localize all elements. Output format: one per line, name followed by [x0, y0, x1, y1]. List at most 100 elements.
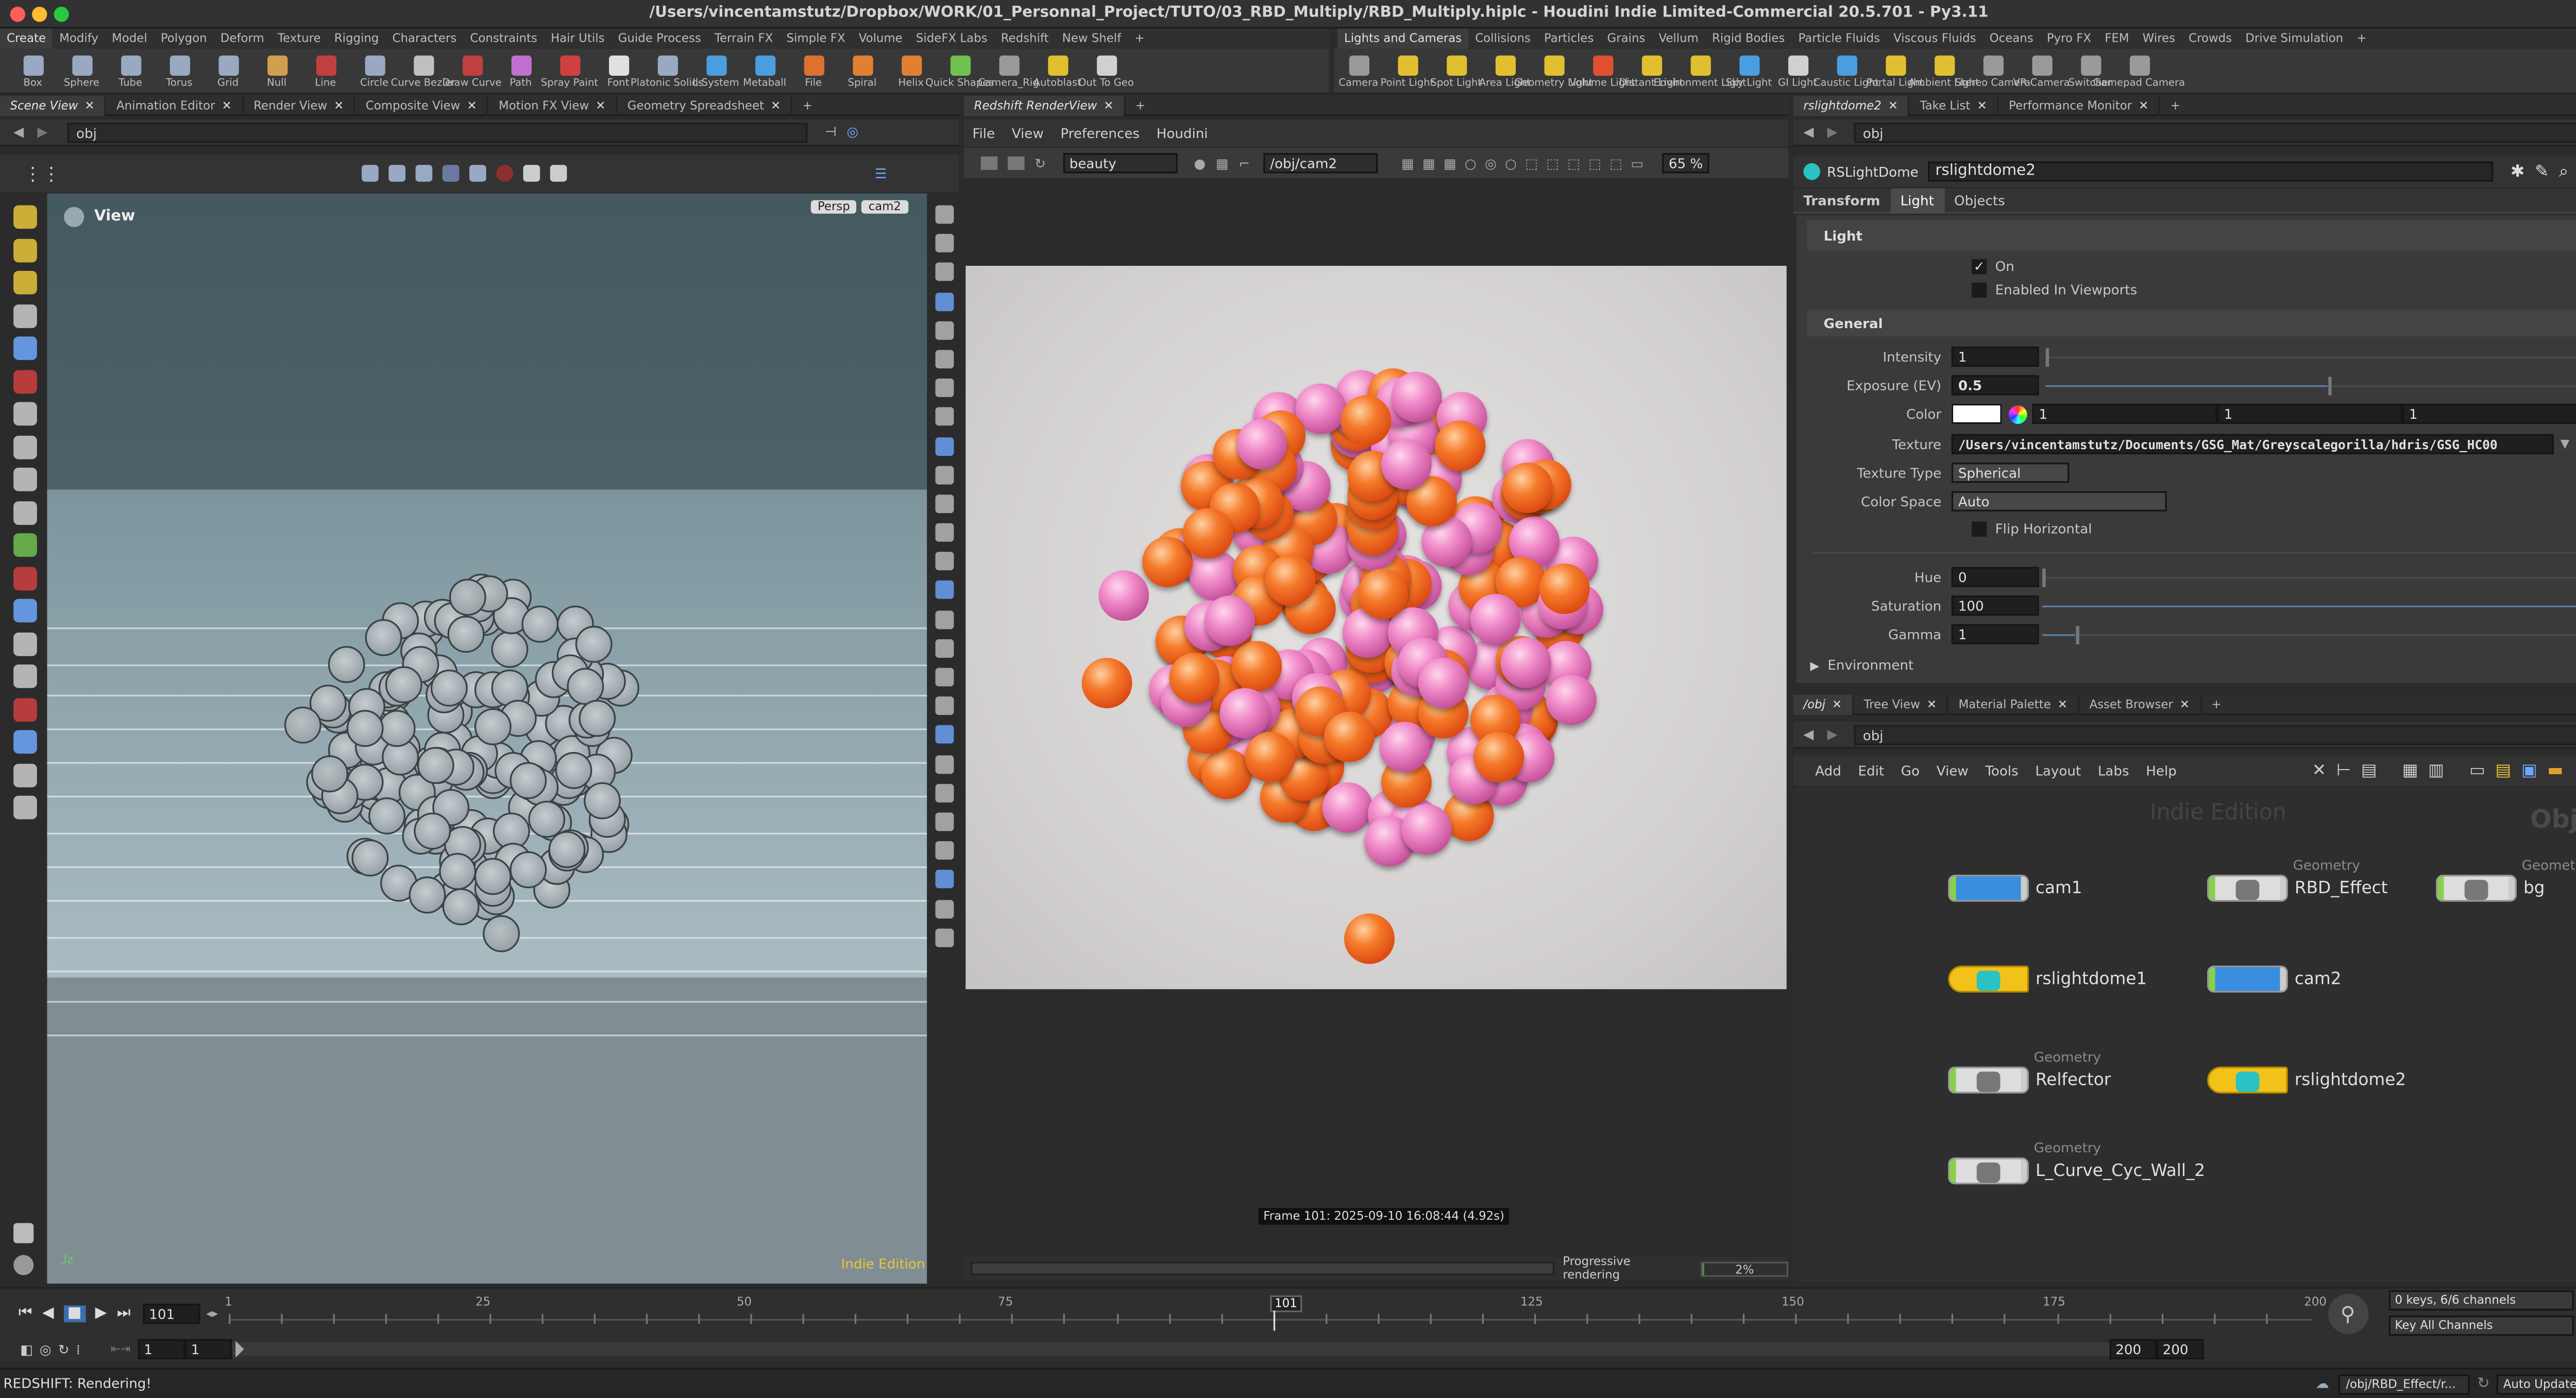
node-l-curve-cyc-wall-2[interactable]: L_Curve_Cyc_Wall_2 Geometry	[1948, 1140, 2205, 1185]
hue-field[interactable]: 0	[1951, 567, 2039, 587]
tab-scene-1[interactable]: Animation Editor ✕	[106, 95, 244, 115]
magnet-snap-icon[interactable]	[13, 697, 37, 721]
range-start-field[interactable]: 1	[137, 1339, 184, 1359]
enabled-checkbox[interactable]	[1971, 282, 1987, 298]
shelf-tool-spiral[interactable]: Spiral	[838, 52, 887, 89]
saturation-field[interactable]: 100	[1951, 595, 2039, 616]
forward-arrow-icon[interactable]: ▶	[37, 125, 47, 140]
gamma-slider[interactable]	[2042, 625, 2576, 644]
section-environment[interactable]: ▶ Environment	[1810, 658, 1913, 673]
viewport-display-icon[interactable]	[935, 668, 954, 687]
snapshot-render-icon[interactable]: ●	[1194, 156, 1206, 171]
subtab-light[interactable]: Light	[1890, 187, 1944, 213]
sculpt-icon[interactable]	[13, 270, 37, 295]
snap-icon[interactable]	[13, 402, 37, 426]
node-bg[interactable]: bg Geometry	[2436, 858, 2576, 902]
gear-icon[interactable]: ✱	[2511, 162, 2524, 181]
viewport[interactable]: View Persp cam2 Indie Edition ⅃z	[47, 193, 927, 1284]
shelf-tab[interactable]: Deform	[214, 29, 271, 49]
handle-icon[interactable]	[13, 467, 37, 491]
tab-scene-2[interactable]: Render View ✕	[244, 95, 356, 115]
range-end2-field[interactable]: 200	[2156, 1339, 2204, 1359]
shelf-tool-tube[interactable]: Tube	[106, 52, 155, 89]
close-tab-icon[interactable]: ✕	[1832, 697, 1842, 711]
display-toggles-icon[interactable]: ▦▦▦○◎○⬚⬚⬚⬚⬚▭	[1401, 156, 1652, 171]
texture-dropdown-icon[interactable]: ▼	[2561, 437, 2570, 451]
viewport-display-icon[interactable]	[935, 205, 954, 224]
node-relfector[interactable]: Relfector Geometry	[1948, 1050, 2111, 1094]
pin-icon[interactable]: ⊣	[825, 125, 837, 140]
add-tab-icon[interactable]: +	[2201, 694, 2231, 714]
shelf-tab[interactable]: Pyro FX	[2040, 29, 2098, 49]
viewport-display-icon[interactable]	[935, 812, 954, 831]
shelf-tab[interactable]: Lights and Cameras	[1337, 28, 1469, 49]
lock-icon[interactable]	[13, 336, 37, 360]
snapshot-icon[interactable]	[518, 160, 545, 186]
network-menu-item[interactable]: Edit	[1850, 763, 1892, 778]
tab-param-2[interactable]: Performance Monitor ✕	[1998, 95, 2161, 115]
handle-tool-icon[interactable]	[464, 160, 491, 186]
shelf-tool-sphere[interactable]: Sphere	[57, 52, 106, 89]
magnet-icon[interactable]	[13, 369, 37, 393]
layout-icon[interactable]: ▭	[2469, 761, 2485, 780]
close-tab-icon[interactable]: ✕	[2180, 697, 2190, 711]
viewport-display-icon[interactable]	[935, 407, 954, 427]
settings-icon[interactable]	[545, 160, 572, 186]
shelf-tab[interactable]: Guide Process	[612, 29, 708, 49]
measure-icon[interactable]	[13, 632, 37, 656]
viewport-display-icon[interactable]	[935, 523, 954, 542]
update-refresh-icon[interactable]: ↻	[2477, 1375, 2490, 1392]
shelf-tab[interactable]: Wires	[2136, 29, 2182, 49]
tab-scene-5[interactable]: Geometry Spreadsheet ✕	[617, 95, 793, 115]
shelf-tool-path[interactable]: Path	[496, 52, 545, 89]
param-forward-icon[interactable]: ▶	[1827, 125, 1838, 140]
aov-select[interactable]: beauty	[1062, 153, 1177, 174]
color-g-field[interactable]: 1	[2217, 403, 2402, 424]
network-menu-item[interactable]: Go	[1892, 763, 1928, 778]
viewport-display-icon[interactable]	[935, 581, 954, 600]
shelf-tool-caustic-light[interactable]: Caustic Light	[1814, 52, 1879, 89]
add-shelf-icon[interactable]: +	[1128, 29, 1151, 49]
camera-icon[interactable]	[13, 730, 37, 754]
shelf-tab[interactable]: Model	[105, 29, 154, 49]
shelf-tab[interactable]: FEM	[2098, 29, 2136, 49]
range-start2-field[interactable]: 1	[184, 1339, 232, 1359]
shelf-tool-grid[interactable]: Grid	[204, 52, 252, 89]
shelf-tool-point-light[interactable]: Point Light	[1381, 52, 1434, 89]
intensity-field[interactable]: 1	[1951, 346, 2039, 367]
shelf-tool-autoblast[interactable]: Autoblast	[1033, 52, 1082, 89]
tab-redshift-renderview[interactable]: Redshift RenderView ✕	[964, 95, 1126, 115]
search-icon[interactable]: ⌕	[2559, 162, 2568, 181]
network-canvas[interactable]: Indie Edition Objects cam1 RBD_Effect Geom…	[1793, 787, 2576, 1282]
shelf-tab[interactable]: Grains	[1600, 29, 1652, 49]
param-back-icon[interactable]: ◀	[1803, 125, 1814, 140]
tab-network-0[interactable]: /obj ✕	[1793, 694, 1854, 714]
shelf-tab[interactable]: Particle Fluids	[1791, 29, 1887, 49]
wireframe-spheres[interactable]	[47, 194, 927, 1284]
section-light[interactable]: Light	[1806, 220, 2576, 251]
stop-icon-timeline[interactable]: ■	[64, 1304, 86, 1322]
gamma-field[interactable]: 1	[1951, 624, 2039, 644]
shelf-tool-file[interactable]: File	[789, 52, 838, 89]
subtab-transform[interactable]: Transform	[1793, 187, 1890, 213]
render-menu-item[interactable]: File	[964, 125, 1003, 140]
range-tools-icon[interactable]: ◧◎↻⁞	[20, 1342, 87, 1357]
notes-icon[interactable]: ▤	[2361, 761, 2377, 780]
move-tool-icon[interactable]	[383, 160, 410, 186]
viewport-display-icon[interactable]	[935, 320, 954, 339]
tab-scene-4[interactable]: Motion FX View ✕	[488, 95, 618, 115]
stop-icon[interactable]	[491, 160, 518, 186]
exposure-field[interactable]: 0.5	[1951, 375, 2039, 396]
close-tab-icon[interactable]: ✕	[222, 98, 232, 112]
shelf-tool-environment-light[interactable]: Environment Light	[1653, 52, 1747, 89]
color-space-select[interactable]: Auto	[1951, 491, 2167, 512]
enabled-toggle[interactable]: Enabled In Viewports	[1971, 282, 2137, 298]
shelf-tab[interactable]: Crowds	[2182, 29, 2239, 49]
viewport-display-icon[interactable]	[935, 436, 954, 455]
stop-render-icon[interactable]	[1007, 156, 1025, 170]
layout-icon[interactable]	[13, 664, 37, 688]
shelf-tab[interactable]: Terrain FX	[708, 29, 780, 49]
network-back-icon[interactable]: ◀	[1803, 727, 1814, 742]
flip-toggle[interactable]: Flip Horizontal	[1971, 521, 2092, 537]
play-reverse-icon[interactable]: ◀	[42, 1305, 54, 1322]
